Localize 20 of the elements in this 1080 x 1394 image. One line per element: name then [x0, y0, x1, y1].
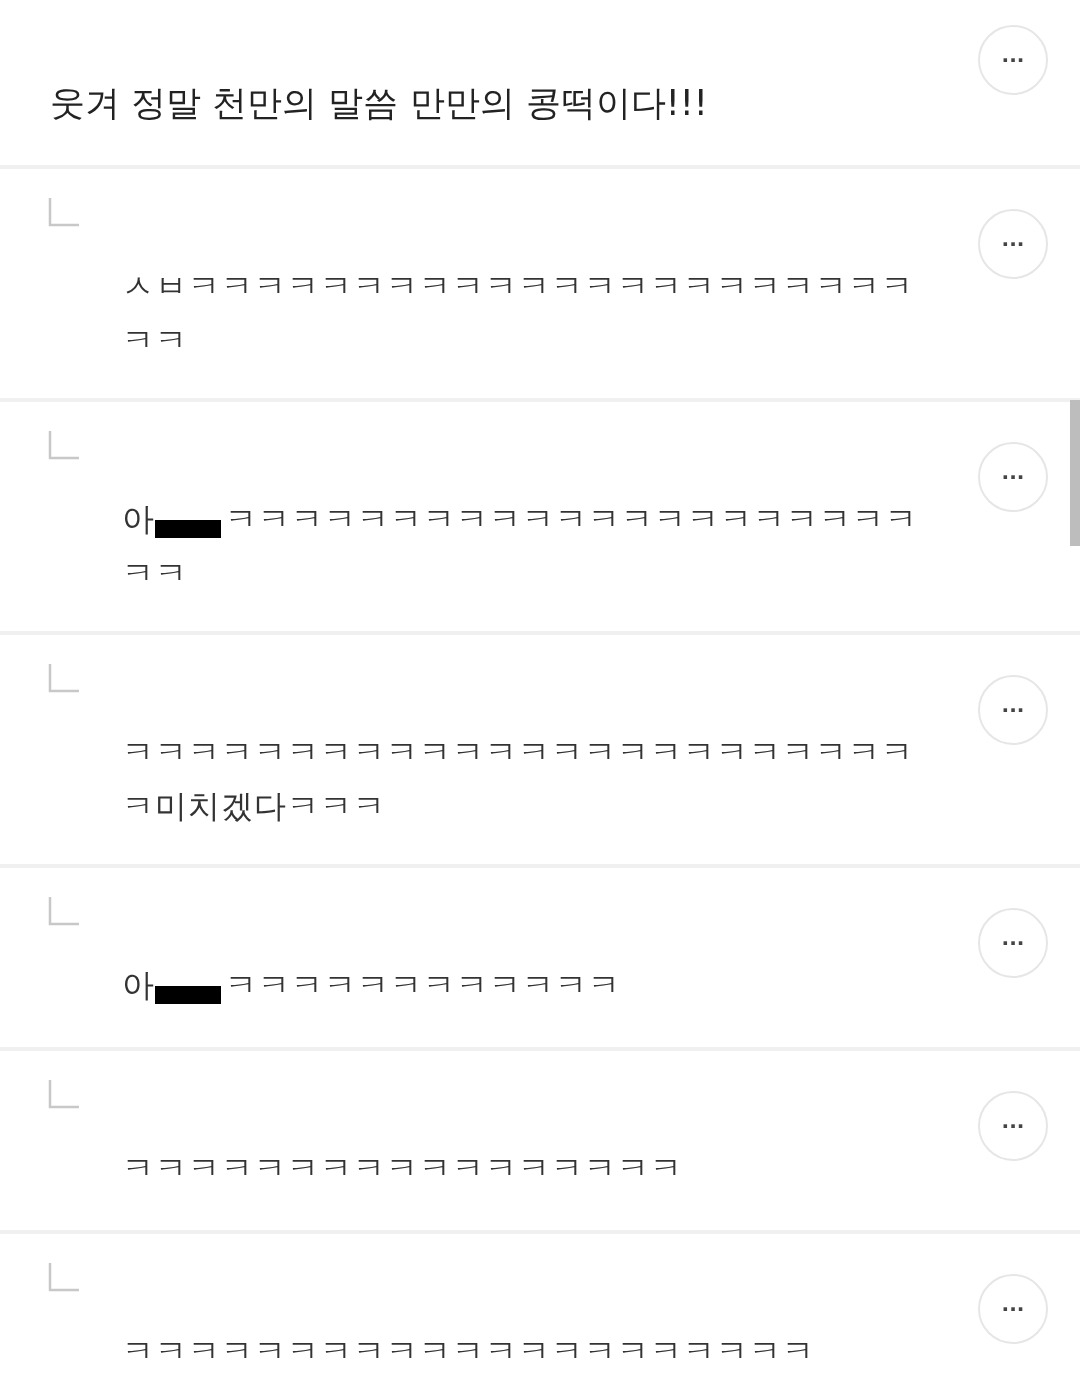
reply-text: ㅋㅋㅋㅋㅋㅋㅋㅋㅋㅋㅋㅋ [225, 966, 621, 1004]
reply-text: 아 [122, 500, 155, 538]
redaction-bar [155, 520, 221, 538]
reply-text: ㅅㅂㅋㅋㅋㅋㅋㅋㅋㅋㅋㅋㅋㅋㅋㅋㅋㅋㅋㅋㅋㅋㅋㅋ ㅋㅋ [122, 266, 914, 361]
reply-text: ㅋㅋㅋㅋㅋㅋㅋㅋㅋㅋㅋㅋㅋㅋㅋㅋㅋ [122, 1148, 683, 1189]
reply-text: ㅋㅋ [122, 553, 189, 594]
reply-text: ㅋㅋㅋㅋㅋㅋㅋㅋㅋㅋㅋㅋㅋㅋㅋㅋㅋㅋㅋㅋㅋ [225, 500, 918, 538]
reply-text: ㅋㅋㅋㅋㅋㅋㅋㅋㅋㅋㅋㅋㅋㅋㅋㅋㅋㅋㅋㅋㅋㅋㅋㅋ ㅋ미치겠다ㅋㅋㅋ [122, 732, 914, 827]
more-button[interactable]: ··· [978, 25, 1048, 95]
more-button[interactable]: ··· [978, 1091, 1048, 1161]
post-text: 웃겨 정말 천만의 말씀 만만의 콩떡이다!!! [50, 82, 708, 125]
more-button[interactable]: ··· [978, 675, 1048, 745]
more-button[interactable]: ··· [978, 1274, 1048, 1344]
more-button[interactable]: ··· [978, 442, 1048, 512]
more-button[interactable]: ··· [978, 209, 1048, 279]
more-button[interactable]: ··· [978, 908, 1048, 978]
scrollbar[interactable] [1070, 400, 1080, 546]
reply-text: 아 [122, 966, 155, 1004]
reply-text: ㅋㅋㅋㅋㅋㅋㅋㅋㅋㅋㅋㅋㅋㅋㅋㅋㅋㅋㅋㅋㅋ [122, 1331, 815, 1372]
redaction-bar [155, 986, 221, 1004]
